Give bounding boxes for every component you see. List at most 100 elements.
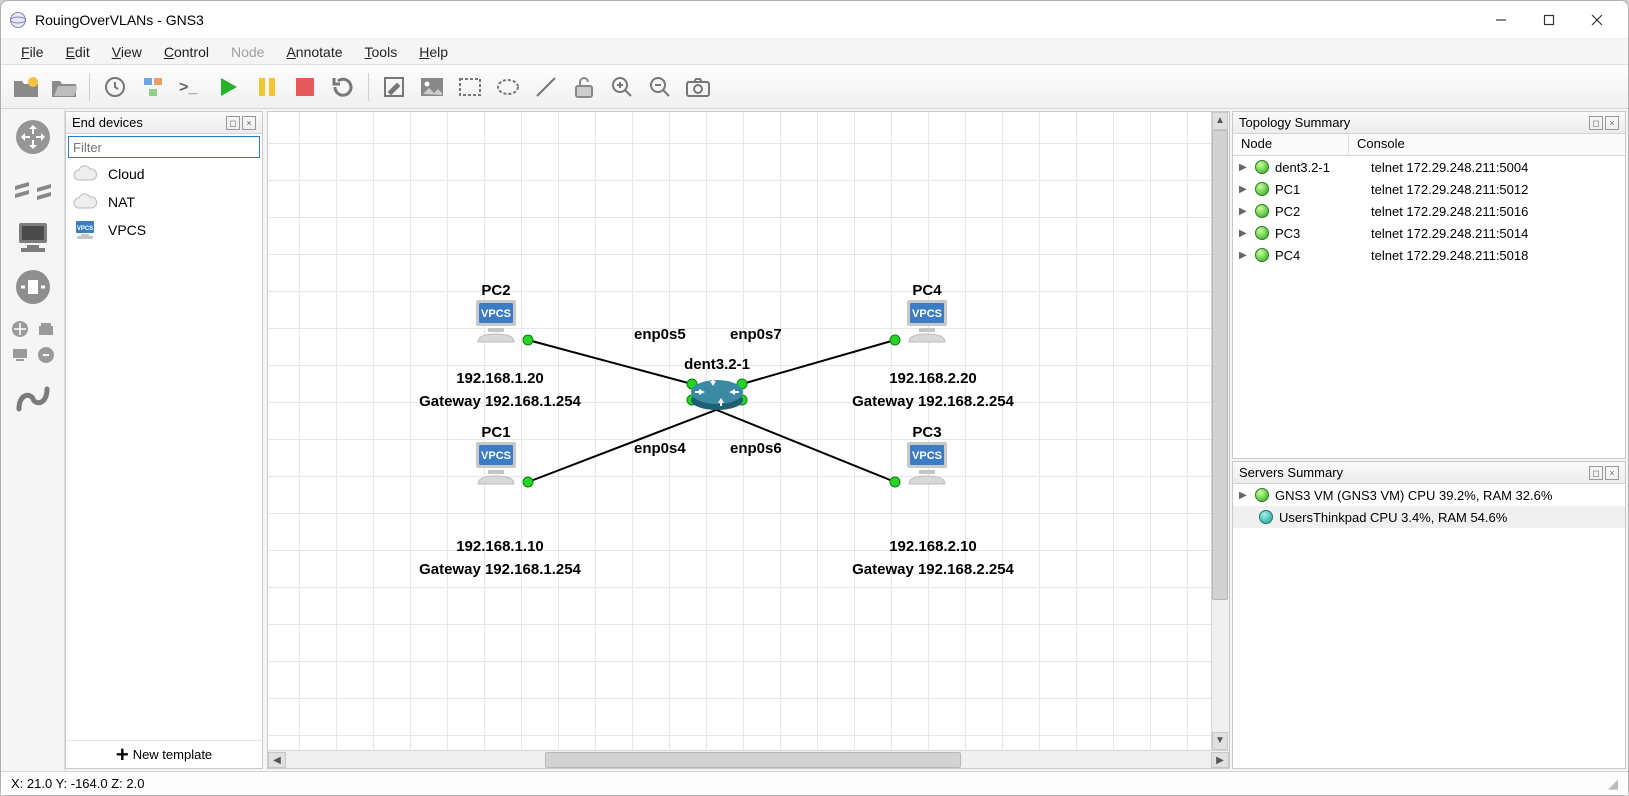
browse-templates-small-icon[interactable] bbox=[36, 319, 56, 339]
topology-summary-title: Topology Summary bbox=[1239, 115, 1350, 130]
menu-edit[interactable]: Edit bbox=[58, 42, 98, 62]
topology-row[interactable]: ▶dent3.2-1telnet 172.29.248.211:5004 bbox=[1233, 156, 1625, 178]
draw-ellipse-button[interactable] bbox=[493, 72, 523, 102]
panel-close-icon[interactable]: × bbox=[242, 116, 256, 130]
app-icon bbox=[9, 11, 27, 29]
pc-label: PC4 bbox=[912, 282, 941, 299]
canvas-hscrollbar[interactable]: ◀▶ bbox=[268, 750, 1229, 768]
browse-security-small-icon[interactable] bbox=[36, 345, 56, 365]
pc-label: PC1 bbox=[481, 424, 510, 441]
device-item-vpcs[interactable]: VPCS VPCS bbox=[66, 216, 262, 244]
topology-node-name: PC3 bbox=[1275, 226, 1365, 241]
add-note-button[interactable] bbox=[379, 72, 409, 102]
interface-label: enp0s4 bbox=[634, 440, 686, 457]
zoom-in-button[interactable] bbox=[607, 72, 637, 102]
svg-text:VPCS: VPCS bbox=[912, 450, 942, 462]
expander-icon[interactable]: ▶ bbox=[1239, 250, 1249, 261]
cloud-icon bbox=[72, 165, 98, 183]
routers-category-button[interactable] bbox=[11, 115, 55, 159]
cloud-icon bbox=[72, 193, 98, 211]
expander-icon[interactable]: ▶ bbox=[1239, 228, 1249, 239]
topology-row[interactable]: ▶PC2telnet 172.29.248.211:5016 bbox=[1233, 200, 1625, 222]
panel-close-icon[interactable]: × bbox=[1605, 116, 1619, 130]
canvas-vscrollbar[interactable]: ▲▼ bbox=[1211, 112, 1229, 750]
devices-panel: End devices ◻ × Cloud NAT VPCS VPC bbox=[65, 111, 263, 769]
col-console[interactable]: Console bbox=[1349, 134, 1625, 155]
device-item-nat[interactable]: NAT bbox=[66, 188, 262, 216]
panel-close-icon[interactable]: × bbox=[1605, 466, 1619, 480]
expander-icon[interactable]: ▶ bbox=[1239, 490, 1249, 501]
server-row[interactable]: UsersThinkpad CPU 3.4%, RAM 54.6% bbox=[1233, 506, 1625, 528]
reload-all-button[interactable] bbox=[328, 72, 358, 102]
device-list: Cloud NAT VPCS VPCS bbox=[66, 160, 262, 740]
toolbar: >_ bbox=[1, 65, 1628, 109]
pc-label: PC2 bbox=[481, 282, 510, 299]
panel-undock-icon[interactable]: ◻ bbox=[1589, 116, 1603, 130]
start-all-button[interactable] bbox=[214, 72, 244, 102]
browse-end-devices-small-icon[interactable] bbox=[10, 345, 30, 365]
main-area: End devices ◻ × Cloud NAT VPCS VPC bbox=[1, 109, 1628, 771]
minimize-button[interactable] bbox=[1478, 5, 1524, 35]
svg-text:VPCS: VPCS bbox=[77, 226, 93, 232]
expander-icon[interactable]: ▶ bbox=[1239, 206, 1249, 217]
panel-undock-icon[interactable]: ◻ bbox=[1589, 466, 1603, 480]
new-project-button[interactable] bbox=[11, 72, 41, 102]
lock-button[interactable] bbox=[569, 72, 599, 102]
pc-node[interactable]: VPCS bbox=[899, 436, 955, 492]
open-project-button[interactable] bbox=[49, 72, 79, 102]
maximize-button[interactable] bbox=[1526, 5, 1572, 35]
screenshot-button[interactable] bbox=[683, 72, 713, 102]
close-button[interactable] bbox=[1574, 5, 1620, 35]
menu-help[interactable]: Help bbox=[411, 42, 456, 62]
draw-line-button[interactable] bbox=[531, 72, 561, 102]
end-devices-category-button[interactable] bbox=[11, 215, 55, 259]
menu-view[interactable]: View bbox=[104, 42, 150, 62]
ip-annotation: 192.168.2.10Gateway 192.168.2.254 bbox=[852, 536, 1014, 581]
right-panels: Topology Summary ◻× Node Console ▶dent3.… bbox=[1232, 111, 1626, 769]
menu-control[interactable]: Control bbox=[156, 42, 217, 62]
vpcs-icon: VPCS bbox=[72, 219, 98, 241]
switches-category-button[interactable] bbox=[11, 165, 55, 209]
router-node[interactable] bbox=[689, 372, 745, 412]
resize-grip-icon[interactable]: ◢ bbox=[1608, 776, 1618, 792]
device-item-cloud[interactable]: Cloud bbox=[66, 160, 262, 188]
snapshot-button[interactable] bbox=[100, 72, 130, 102]
stop-all-button[interactable] bbox=[290, 72, 320, 102]
console-button[interactable]: >_ bbox=[176, 72, 206, 102]
expander-icon[interactable]: ▶ bbox=[1239, 184, 1249, 195]
insert-image-button[interactable] bbox=[417, 72, 447, 102]
topology-console: telnet 172.29.248.211:5012 bbox=[1371, 182, 1528, 197]
pc-node[interactable]: VPCS bbox=[899, 294, 955, 350]
menu-file[interactable]: File bbox=[13, 42, 52, 62]
svg-text:>_: >_ bbox=[179, 79, 198, 96]
draw-rectangle-button[interactable] bbox=[455, 72, 485, 102]
interface-label: enp0s7 bbox=[730, 326, 782, 343]
zoom-out-button[interactable] bbox=[645, 72, 675, 102]
topology-console: telnet 172.29.248.211:5014 bbox=[1371, 226, 1528, 241]
pause-all-button[interactable] bbox=[252, 72, 282, 102]
menu-annotate[interactable]: Annotate bbox=[278, 42, 350, 62]
add-link-button[interactable] bbox=[11, 377, 55, 421]
col-node[interactable]: Node bbox=[1233, 134, 1349, 155]
pc-node[interactable]: VPCS bbox=[468, 294, 524, 350]
titlebar: RouingOverVLANs - GNS3 bbox=[1, 1, 1628, 39]
panel-undock-icon[interactable]: ◻ bbox=[226, 116, 240, 130]
topology-canvas[interactable]: dent3.2-1VPCSPC2VPCSPC1VPCSPC4VPCSPC3enp… bbox=[268, 112, 1211, 750]
servers-summary-title: Servers Summary bbox=[1239, 465, 1343, 480]
svg-text:VPCS: VPCS bbox=[912, 308, 942, 320]
topology-row[interactable]: ▶ PC3 telnet 172.29.248.211:5014 bbox=[1233, 222, 1625, 244]
pc-node[interactable]: VPCS bbox=[468, 436, 524, 492]
server-text: UsersThinkpad CPU 3.4%, RAM 54.6% bbox=[1279, 510, 1507, 525]
all-devices-small-icon[interactable] bbox=[10, 319, 30, 339]
security-devices-category-button[interactable] bbox=[11, 265, 55, 309]
status-dot-icon bbox=[1255, 182, 1269, 196]
show-labels-button[interactable] bbox=[138, 72, 168, 102]
menu-tools[interactable]: Tools bbox=[357, 42, 406, 62]
new-template-button[interactable]: + New template bbox=[66, 740, 262, 768]
topology-row[interactable]: ▶PC1telnet 172.29.248.211:5012 bbox=[1233, 178, 1625, 200]
server-row[interactable]: ▶GNS3 VM (GNS3 VM) CPU 39.2%, RAM 32.6% bbox=[1233, 484, 1625, 506]
links-layer bbox=[268, 112, 1211, 750]
expander-icon[interactable]: ▶ bbox=[1239, 162, 1249, 173]
devices-filter-input[interactable] bbox=[68, 136, 260, 158]
topology-row[interactable]: ▶PC4telnet 172.29.248.211:5018 bbox=[1233, 244, 1625, 266]
